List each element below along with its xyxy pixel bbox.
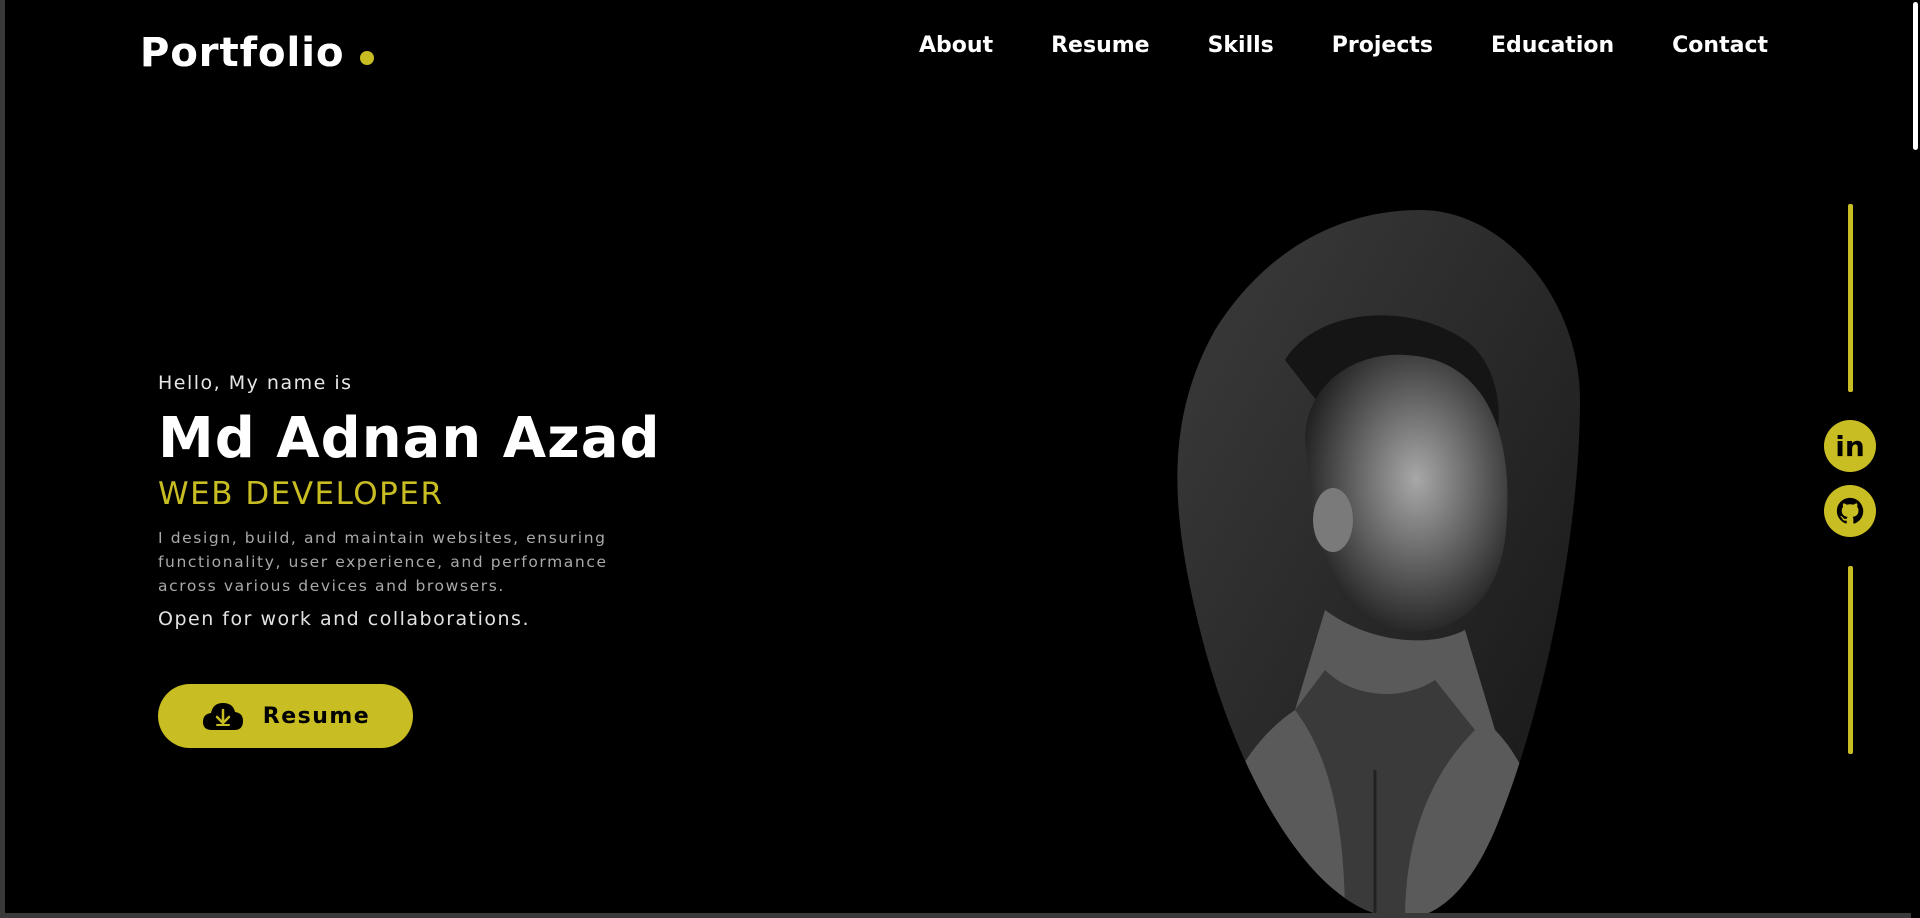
greeting: Hello, My name is [158,372,353,394]
social-rail-top-line [1848,204,1853,392]
scrollbar-thumb[interactable] [1913,2,1918,150]
logo-text: Portfolio [140,30,345,76]
linkedin-link[interactable]: in [1824,420,1876,472]
hero-description: I design, build, and maintain websites, … [158,528,608,595]
github-link[interactable] [1824,485,1876,537]
nav-resume[interactable]: Resume [1051,33,1149,58]
hero-name: Md Adnan Azad [158,406,661,471]
logo-dot [360,51,375,65]
page: Portfolio About Resume Skills Projects E… [5,0,1911,913]
nav-about[interactable]: About [919,33,993,58]
nav-education[interactable]: Education [1491,33,1614,58]
nav-contact[interactable]: Contact [1672,33,1768,58]
nav-skills[interactable]: Skills [1208,33,1274,58]
cloud-download-icon [202,703,243,730]
github-icon [1836,497,1864,524]
profile-photo [1177,210,1581,913]
linkedin-icon: in [1835,429,1865,463]
main-nav: About Resume Skills Projects Education C… [919,33,1768,58]
hero-role: WEB DEVELOPER [158,475,444,512]
resume-download-button[interactable]: Resume [158,684,413,748]
availability-text: Open for work and collaborations. [158,607,530,630]
hero-section: Hello, My name is Md Adnan Azad WEB DEVE… [158,372,661,748]
scrollbar[interactable] [1911,0,1920,918]
social-rail-bottom-line [1848,566,1853,754]
logo[interactable]: Portfolio [140,30,375,76]
nav-projects[interactable]: Projects [1332,33,1433,58]
resume-button-label: Resume [262,703,371,729]
